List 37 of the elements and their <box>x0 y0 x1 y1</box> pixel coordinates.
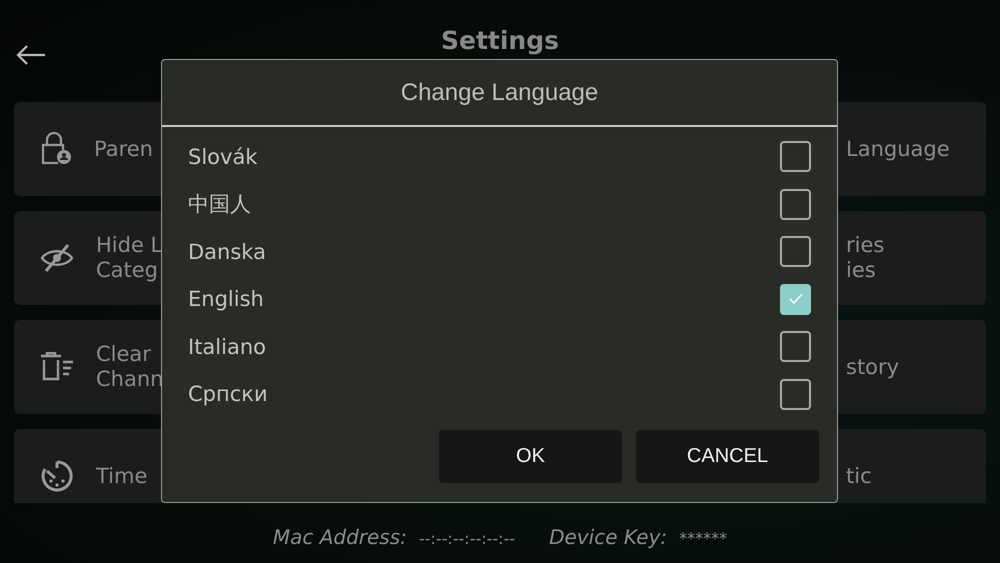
mac-address-value: --:--:--:--:--:-- <box>418 529 516 548</box>
language-option[interactable]: 中国人 <box>188 190 251 218</box>
language-option[interactable]: Српски <box>188 382 268 406</box>
device-key-value: ****** <box>679 529 728 548</box>
checkbox[interactable] <box>780 141 811 172</box>
cancel-button[interactable]: CANCEL <box>636 430 819 483</box>
checkbox[interactable] <box>780 188 811 220</box>
eye-slash-icon <box>40 243 74 273</box>
dialog-title: Change Language <box>400 78 598 106</box>
timer-icon <box>40 459 74 493</box>
language-option[interactable]: English <box>188 287 264 312</box>
setting-label: Hide L <box>96 233 162 258</box>
checkbox[interactable] <box>780 236 811 268</box>
checkbox[interactable] <box>780 378 811 410</box>
setting-label: Clear <box>96 342 152 367</box>
trash-list-icon <box>40 352 74 382</box>
mac-address-label: Mac Address: <box>272 525 407 549</box>
setting-label: ries <box>846 233 884 258</box>
setting-label: Chann <box>96 367 164 392</box>
back-arrow-icon[interactable] <box>16 44 46 66</box>
checkbox[interactable] <box>780 331 811 362</box>
language-option[interactable]: Slovák <box>188 144 258 169</box>
device-key-label: Device Key: <box>549 525 668 549</box>
language-option[interactable]: Danska <box>188 240 266 264</box>
setting-label: Language <box>846 136 950 162</box>
setting-label: Categ <box>96 258 160 283</box>
checkbox[interactable] <box>780 284 811 315</box>
ok-button[interactable]: OK <box>439 430 622 483</box>
setting-label: story <box>846 354 900 380</box>
page-title: Settings <box>440 26 559 56</box>
setting-label: tic <box>846 464 872 488</box>
setting-label: Paren <box>94 136 153 162</box>
check-icon <box>788 293 802 306</box>
language-option[interactable]: Italiano <box>188 334 266 359</box>
setting-label: ies <box>846 258 877 283</box>
setting-label: Time <box>96 464 148 488</box>
lock-user-icon <box>40 132 72 166</box>
